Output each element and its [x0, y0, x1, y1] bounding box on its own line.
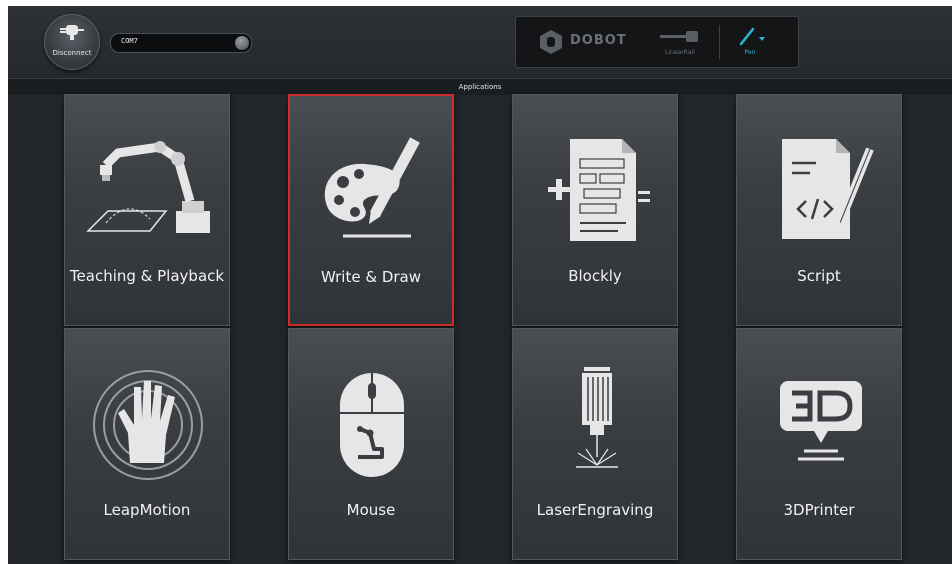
disconnect-button[interactable]: Disconnect — [44, 14, 100, 70]
tile-3d-printer[interactable]: 3DPrinter — [736, 328, 902, 560]
hand-icon — [93, 370, 203, 480]
applications-grid: Teaching & Playback Write & Draw Blockly… — [8, 94, 952, 564]
device-panel: DOBOT LinearRail Pen — [515, 16, 799, 68]
tile-label: 3DPrinter — [783, 501, 855, 519]
tile-label: Teaching & Playback — [69, 267, 225, 285]
section-header: Applications — [8, 78, 952, 95]
pen-tool-icon[interactable] — [738, 25, 768, 47]
tile-blockly[interactable]: Blockly — [512, 94, 678, 326]
plug-icon — [60, 25, 84, 40]
tile-leapmotion[interactable]: LeapMotion — [64, 328, 230, 560]
top-toolbar: Disconnect COM7 DOBOT LinearRail Pen — [8, 6, 952, 78]
palette-pencil-icon — [324, 137, 420, 238]
disconnect-label: Disconnect — [52, 49, 92, 57]
tile-teaching-playback[interactable]: Teaching & Playback — [64, 94, 230, 326]
dobot-studio-window: Disconnect COM7 DOBOT LinearRail Pen App… — [8, 6, 952, 564]
tile-laser-engraving[interactable]: LaserEngraving — [512, 328, 678, 560]
port-dropdown-knob-icon[interactable] — [235, 36, 249, 50]
robot-arm-icon — [86, 141, 210, 233]
3d-printer-icon — [780, 381, 862, 461]
tile-script[interactable]: Script — [736, 94, 902, 326]
blockly-document-icon — [548, 139, 650, 241]
tile-mouse[interactable]: Mouse — [288, 328, 454, 560]
com-port-value: COM7 — [121, 37, 138, 45]
laser-icon — [576, 367, 618, 468]
tile-label: Script — [797, 267, 841, 285]
tile-label: LaserEngraving — [536, 501, 654, 519]
script-document-icon — [782, 139, 874, 239]
linear-rail-label: LinearRail — [665, 49, 695, 56]
end-tool-label: Pen — [744, 49, 756, 56]
tile-label: Write & Draw — [320, 268, 421, 286]
com-port-select[interactable]: COM7 — [110, 33, 252, 53]
tile-label: Mouse — [346, 501, 396, 519]
tile-label: Blockly — [568, 267, 622, 285]
dobot-logo-icon — [540, 30, 562, 54]
brand-name: DOBOT — [570, 33, 627, 48]
linear-rail-icon[interactable] — [660, 30, 700, 44]
tile-label: LeapMotion — [103, 501, 191, 519]
tile-write-draw[interactable]: Write & Draw — [288, 94, 454, 326]
panel-divider — [719, 25, 720, 59]
mouse-icon — [340, 373, 404, 477]
